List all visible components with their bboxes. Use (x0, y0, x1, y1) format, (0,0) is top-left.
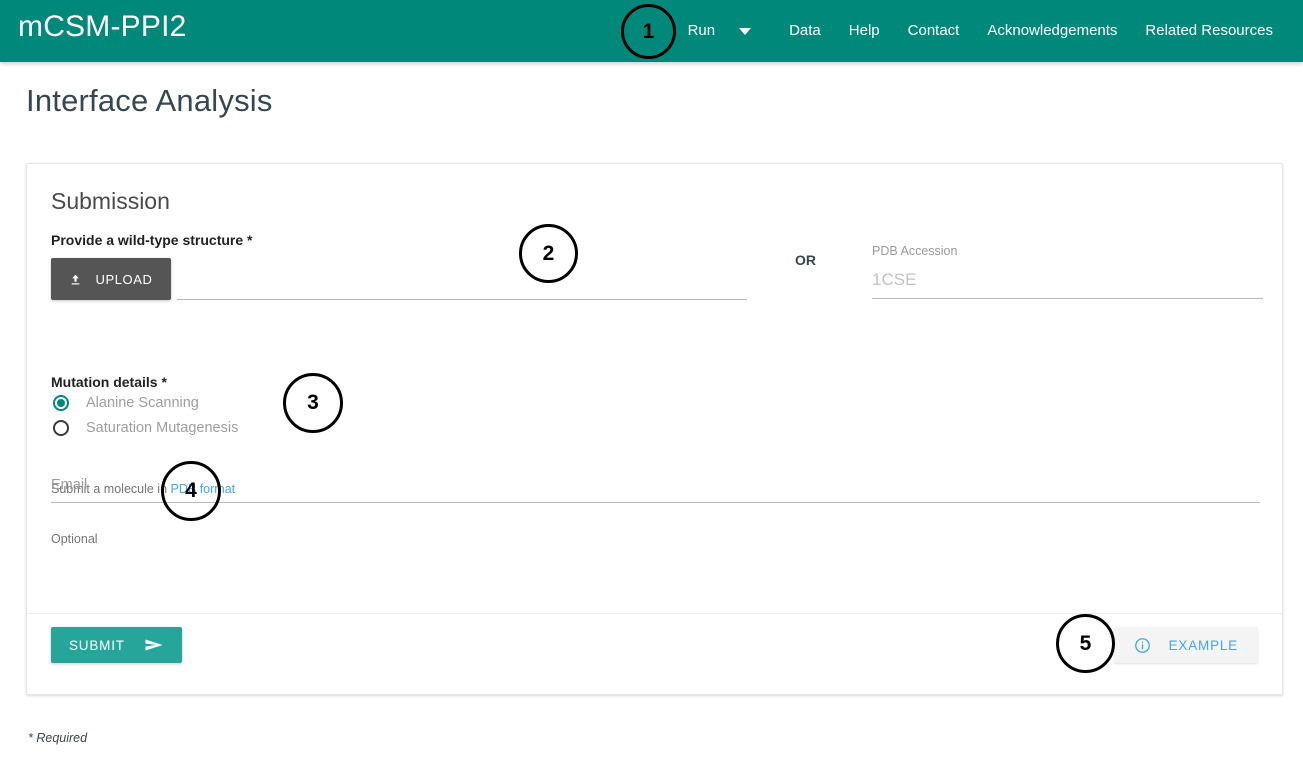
radio-indicator-selected (53, 395, 69, 411)
annotation-marker-2: 2 (519, 224, 578, 283)
annotation-marker-3: 3 (283, 373, 343, 433)
nav-item-contact[interactable]: Contact (894, 0, 974, 62)
radio-indicator-unselected (53, 420, 69, 436)
upload-icon (72, 274, 80, 284)
radio-label-alanine-scanning: Alanine Scanning (86, 395, 199, 411)
submit-button[interactable]: SUBMIT (51, 627, 182, 663)
upload-button[interactable]: UPLOAD (51, 258, 171, 300)
label-mutation-details: Mutation details * (51, 374, 167, 390)
page-title: Interface Analysis (26, 83, 273, 118)
nav-item-help[interactable]: Help (835, 0, 894, 62)
nav-links: Run Data Help Contact Acknowledgements R… (674, 0, 1287, 62)
nav-item-related-resources[interactable]: Related Resources (1131, 0, 1287, 62)
annotation-marker-5: 5 (1056, 614, 1115, 673)
send-icon (145, 639, 163, 651)
label-wild-type-structure: Provide a wild-type structure * (51, 232, 253, 248)
annotation-marker-1: 1 (621, 4, 676, 59)
nav-item-data[interactable]: Data (775, 0, 835, 62)
uploaded-file-name-field[interactable] (177, 258, 747, 300)
submit-button-label: SUBMIT (69, 637, 125, 653)
example-button-label: EXAMPLE (1168, 637, 1238, 653)
or-divider-label: OR (795, 252, 816, 268)
email-field (51, 476, 1260, 503)
nav-run-dropdown-toggle[interactable] (729, 27, 769, 35)
radio-dot (57, 399, 65, 407)
radio-label-saturation-mutagenesis: Saturation Mutagenesis (86, 420, 239, 436)
radio-option-alanine-scanning[interactable]: Alanine Scanning (53, 395, 199, 411)
email-input[interactable] (51, 477, 1260, 503)
submission-form: Submission Provide a wild-type structure… (27, 164, 1282, 613)
chevron-down-icon (739, 27, 752, 35)
nav-item-run[interactable]: Run (674, 0, 730, 62)
upload-button-label: UPLOAD (95, 271, 153, 287)
email-helper-text: Optional (51, 532, 98, 546)
nav-item-acknowledgements[interactable]: Acknowledgements (973, 0, 1131, 62)
site-logo[interactable]: mCSM-PPI2 (18, 10, 187, 44)
radio-option-saturation-mutagenesis[interactable]: Saturation Mutagenesis (53, 420, 238, 436)
required-footnote: * Required (28, 731, 88, 745)
pdb-accession-label: PDB Accession (872, 244, 958, 258)
section-title-submission: Submission (51, 188, 170, 214)
example-button[interactable]: EXAMPLE (1113, 627, 1258, 663)
annotation-marker-4: 4 (161, 461, 221, 521)
nav-item-run-group: Run (674, 0, 776, 62)
pdb-accession-field: PDB Accession (872, 244, 1263, 299)
app-page: mCSM-PPI2 Run Data Help Contact Acknowle… (0, 0, 1303, 770)
pdb-accession-input[interactable] (872, 270, 1263, 299)
info-circle-icon (1134, 637, 1150, 653)
